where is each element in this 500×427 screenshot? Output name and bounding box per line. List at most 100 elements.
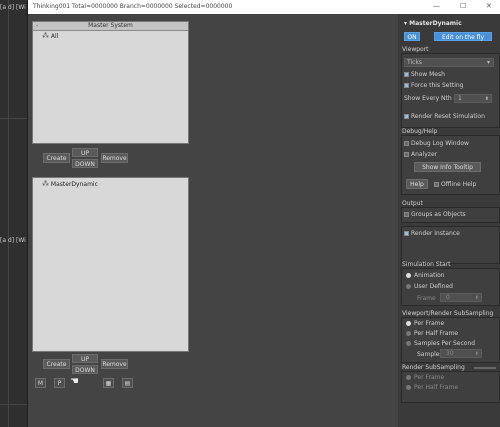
create-button-2[interactable]: Create bbox=[43, 359, 70, 369]
show-info-tooltip-button[interactable]: Show Info Tooltip bbox=[414, 162, 481, 172]
render-instance-label: Render Instance bbox=[411, 230, 460, 237]
samples-value: 30 bbox=[446, 350, 454, 357]
master-system-panel: - Master System ⁂ All bbox=[32, 21, 189, 144]
checkbox-icon bbox=[404, 114, 409, 119]
samples-label: Samples bbox=[417, 351, 443, 358]
maximize-button[interactable]: ☐ bbox=[460, 2, 466, 10]
render-per-half-radio[interactable]: Per Half Frame bbox=[406, 384, 458, 391]
panel-title-label: MasterDynamic bbox=[409, 20, 462, 27]
debug-header: Debug/Help bbox=[402, 128, 438, 135]
user-defined-label: User Defined bbox=[414, 283, 453, 290]
tree-item-all-label: All bbox=[50, 33, 59, 40]
per-half-frame-radio[interactable]: Per Half Frame bbox=[406, 330, 458, 337]
remove-button-2[interactable]: Remove bbox=[101, 359, 128, 369]
show-every-nth-label: Show Every Nth bbox=[404, 95, 452, 102]
nth-spinner[interactable]: 1 ⬍ bbox=[454, 94, 492, 103]
frame-label: Frame bbox=[417, 295, 436, 302]
radio-icon bbox=[406, 331, 411, 336]
analyzer-label: Analyzer bbox=[411, 151, 438, 158]
render-per-half-label: Per Half Frame bbox=[414, 384, 459, 391]
checkbox-icon bbox=[404, 212, 409, 217]
edit-on-the-fly-button[interactable]: Edit on the fly bbox=[434, 32, 492, 41]
rollout-arrow-icon[interactable]: ▾ bbox=[404, 20, 407, 27]
render-reset-checkbox[interactable]: Render Reset Simulation bbox=[404, 113, 485, 120]
checkbox-icon bbox=[404, 231, 409, 236]
animation-radio[interactable]: Animation bbox=[406, 272, 445, 279]
remove-button[interactable]: Remove bbox=[101, 153, 128, 163]
radio-icon bbox=[406, 341, 411, 346]
nth-value: 1 bbox=[458, 95, 462, 102]
close-button[interactable]: ✕ bbox=[486, 2, 492, 10]
radio-icon bbox=[406, 385, 411, 390]
particles-icon: ⁂ bbox=[42, 32, 49, 40]
create-button[interactable]: Create bbox=[43, 153, 70, 163]
checkbox-icon bbox=[404, 83, 409, 88]
render-sub-header: Render SubSampling bbox=[402, 364, 465, 371]
force-setting-label: Force this Setting bbox=[411, 82, 464, 89]
animation-label: Animation bbox=[414, 272, 445, 279]
window-titlebar[interactable]: Thinking001 Total=0000000 Branch=0000000… bbox=[28, 0, 500, 14]
viewport-label-top: [a d] [Wi bbox=[0, 4, 26, 11]
sim-start-header: Simulation Start bbox=[402, 261, 451, 268]
viewport-header: Viewport bbox=[402, 46, 429, 53]
hand-cursor-icon: ☚ bbox=[70, 376, 79, 387]
viewport-mode-value: Ticks bbox=[407, 59, 423, 66]
spinner-arrows-icon: ⬍ bbox=[484, 96, 489, 102]
show-mesh-label: Show Mesh bbox=[411, 71, 445, 78]
checkbox-icon bbox=[404, 152, 409, 157]
per-half-frame-label: Per Half Frame bbox=[414, 330, 459, 337]
per-frame-radio[interactable]: Per Frame bbox=[406, 320, 444, 327]
groups-as-objects-checkbox[interactable]: Groups as Objects bbox=[404, 211, 466, 218]
viewport-mode-select[interactable]: Ticks ▾ bbox=[404, 58, 494, 67]
help-button[interactable]: Help bbox=[406, 179, 428, 189]
master-system-header: - Master System bbox=[33, 22, 188, 31]
per-frame-label: Per Frame bbox=[414, 320, 445, 327]
spinner-arrows-icon: ⬍ bbox=[474, 295, 479, 301]
tree-item-masterdynamic-label: MasterDynamic bbox=[50, 181, 98, 188]
spinner-arrows-icon: ⬍ bbox=[474, 351, 479, 357]
samples-per-second-radio[interactable]: Samples Per Second bbox=[406, 340, 475, 347]
offline-help-checkbox[interactable]: Offline Help bbox=[434, 181, 476, 188]
dynamic-icon: ⁂ bbox=[42, 180, 49, 188]
samples-spinner[interactable]: 30 ⬍ bbox=[440, 349, 482, 358]
radio-icon bbox=[406, 375, 411, 380]
panel-title: ▾ MasterDynamic bbox=[404, 20, 462, 27]
render-instance-checkbox[interactable]: Render Instance bbox=[404, 230, 460, 237]
load-icon[interactable]: ▤ bbox=[122, 378, 133, 388]
radio-icon bbox=[406, 273, 411, 278]
thinking-window: Thinking001 Total=0000000 Branch=0000000… bbox=[27, 0, 500, 427]
chevron-down-icon: ▾ bbox=[486, 59, 490, 66]
window-title: Thinking001 Total=0000000 Branch=0000000… bbox=[33, 3, 233, 10]
tree-item-all[interactable]: ⁂ All bbox=[42, 32, 58, 40]
on-button[interactable]: ON bbox=[404, 32, 420, 41]
groups-as-objects-label: Groups as Objects bbox=[411, 211, 466, 218]
debug-log-label: Debug Log Window bbox=[411, 140, 469, 147]
right-panel: ▾ MasterDynamic ON Edit on the fly Viewp… bbox=[398, 14, 500, 427]
down-button-2[interactable]: DOWN bbox=[72, 365, 98, 374]
analyzer-checkbox[interactable]: Analyzer bbox=[404, 151, 437, 158]
checkbox-icon bbox=[434, 182, 439, 187]
show-mesh-checkbox[interactable]: Show Mesh bbox=[404, 71, 445, 78]
minimize-button[interactable]: — bbox=[433, 2, 440, 10]
radio-icon bbox=[406, 321, 411, 326]
force-setting-checkbox[interactable]: Force this Setting bbox=[404, 82, 463, 89]
save-icon[interactable]: ▦ bbox=[103, 378, 114, 388]
frame-value: 0 bbox=[446, 294, 450, 301]
frame-spinner[interactable]: 0 ⬍ bbox=[440, 293, 482, 302]
dynamic-tree-panel: ⁂ MasterDynamic bbox=[32, 177, 189, 352]
debug-log-checkbox[interactable]: Debug Log Window bbox=[404, 140, 469, 147]
m-button[interactable]: M bbox=[35, 378, 46, 388]
render-sub-scrollbar[interactable] bbox=[474, 367, 496, 369]
tree-item-masterdynamic[interactable]: ⁂ MasterDynamic bbox=[42, 180, 98, 188]
master-system-title: Master System bbox=[88, 22, 133, 29]
offline-help-label: Offline Help bbox=[441, 181, 477, 188]
render-per-frame-radio[interactable]: Per Frame bbox=[406, 374, 444, 381]
up-button-2[interactable]: UP bbox=[72, 354, 98, 363]
viewport-sub-header: Viewport/Render SubSampling bbox=[402, 310, 494, 317]
render-reset-label: Render Reset Simulation bbox=[411, 113, 485, 120]
down-button[interactable]: DOWN bbox=[72, 159, 98, 168]
p-button[interactable]: P bbox=[54, 378, 65, 388]
viewport-label-bottom: [a d] [Wi bbox=[0, 237, 26, 244]
up-button[interactable]: UP bbox=[72, 148, 98, 157]
user-defined-radio[interactable]: User Defined bbox=[406, 283, 453, 290]
